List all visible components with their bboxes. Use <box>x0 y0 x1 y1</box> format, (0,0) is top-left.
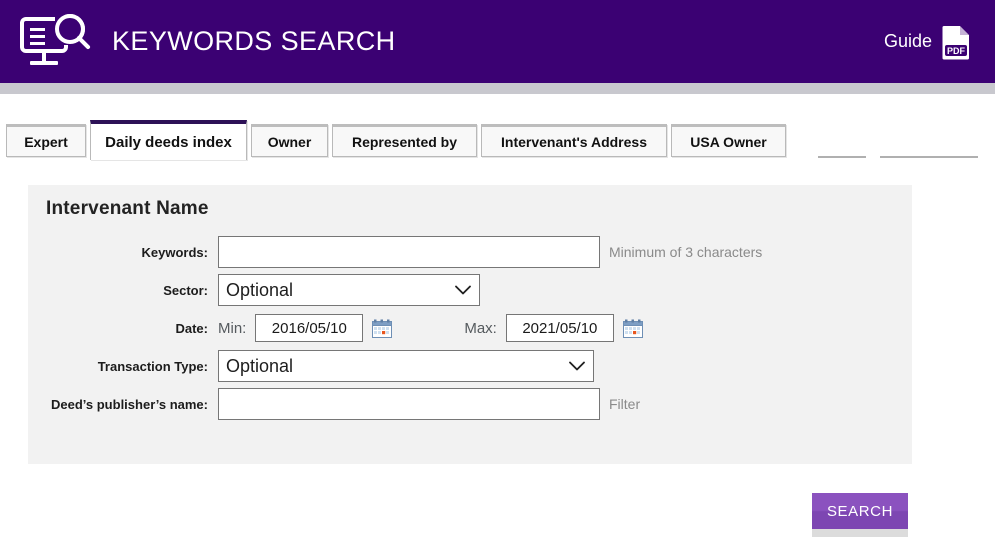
tab-intervenants-address[interactable]: Intervenant's Address <box>481 124 667 157</box>
keywords-input[interactable] <box>218 236 600 268</box>
date-min-label: Min: <box>218 319 247 337</box>
publisher-hint: Filter <box>609 396 641 412</box>
tab-placeholder-2 <box>880 156 978 158</box>
tab-daily-deeds-index[interactable]: Daily deeds index <box>90 120 247 160</box>
svg-text:PDF: PDF <box>947 46 966 56</box>
calendar-icon-min[interactable] <box>372 319 393 338</box>
guide-link[interactable]: Guide PDF <box>884 24 973 60</box>
transaction-type-label: Transaction Type: <box>97 358 208 374</box>
search-button-shadow <box>812 529 908 537</box>
transaction-type-select-wrap: Optional <box>218 350 594 382</box>
panel-title: Intervenant Name <box>46 198 209 219</box>
keywords-hint: Minimum of 3 characters <box>609 244 763 260</box>
date-max-input[interactable] <box>505 314 614 342</box>
page-title: KEYWORDS SEARCH <box>112 26 396 56</box>
publisher-label: Deed’s publisher’s name: <box>50 396 208 412</box>
publisher-input[interactable] <box>218 388 600 420</box>
form-row-sector: Sector: Optional <box>28 273 912 307</box>
monitor-search-icon <box>20 13 90 65</box>
tab-placeholder-1 <box>818 156 866 158</box>
keywords-label: Keywords: <box>141 244 208 260</box>
app-header: KEYWORDS SEARCH Guide PDF <box>0 0 995 83</box>
search-button[interactable]: SEARCH <box>812 493 908 529</box>
search-form: Keywords: Minimum of 3 characters Sector… <box>28 235 912 425</box>
tab-usa-owner[interactable]: USA Owner <box>671 124 786 157</box>
date-max-label: Max: <box>464 319 497 337</box>
tab-owner[interactable]: Owner <box>251 124 328 157</box>
form-row-keywords: Keywords: Minimum of 3 characters <box>28 235 912 269</box>
header-divider <box>0 83 995 94</box>
pdf-file-icon: PDF <box>942 25 969 59</box>
search-form-panel: Intervenant Name Keywords: Minimum of 3 … <box>28 185 912 464</box>
form-row-date: Date: Min: Max: <box>28 311 912 345</box>
form-row-transaction-type: Transaction Type: Optional <box>28 349 912 383</box>
form-row-publisher: Deed’s publisher’s name: Filter <box>28 387 912 421</box>
sector-label: Sector: <box>163 282 208 298</box>
sector-select[interactable]: Optional <box>218 274 480 306</box>
guide-label: Guide <box>883 31 932 51</box>
sector-select-wrap: Optional <box>218 274 480 306</box>
tab-represented-by[interactable]: Represented by <box>332 124 477 157</box>
date-label: Date: <box>175 320 208 336</box>
date-min-input[interactable] <box>255 314 364 342</box>
transaction-type-select[interactable]: Optional <box>218 350 594 382</box>
tab-expert[interactable]: Expert <box>6 124 86 157</box>
tab-bar: Expert Daily deeds index Owner Represent… <box>0 120 995 160</box>
calendar-icon-max[interactable] <box>622 319 643 338</box>
